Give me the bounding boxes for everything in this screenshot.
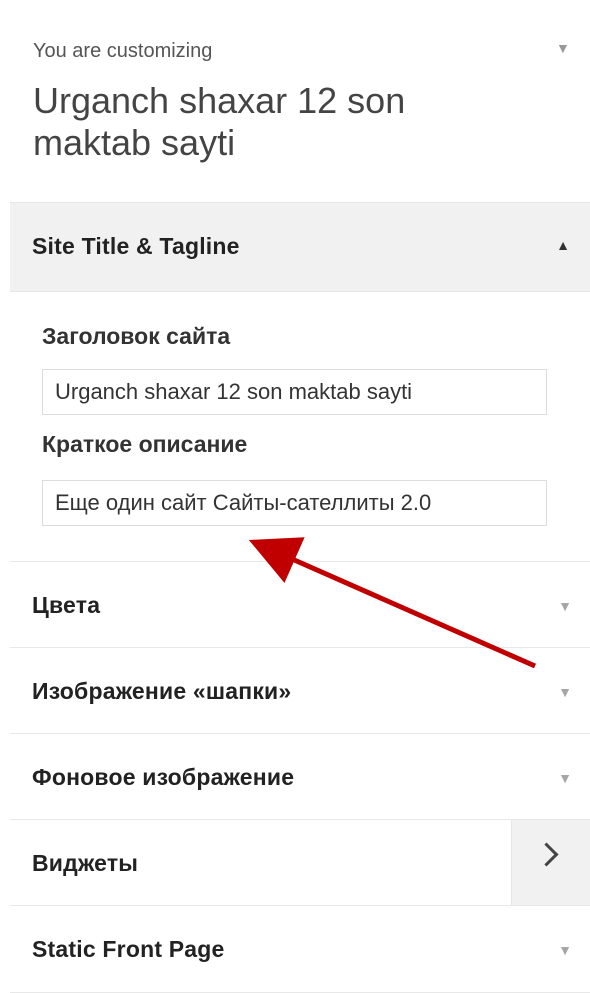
- tagline-label: Краткое описание: [42, 431, 248, 457]
- section-static-front-page[interactable]: Static Front Page ▼: [10, 905, 590, 993]
- tagline-input[interactable]: Еще один сайт Сайты-сателлиты 2.0: [42, 480, 547, 526]
- customizing-preface: You are customizing: [33, 40, 213, 62]
- triangle-down-icon: ▼: [558, 598, 572, 614]
- section-header-image[interactable]: Изображение «шапки» ▼: [10, 647, 590, 734]
- triangle-down-icon: ▼: [558, 942, 572, 958]
- triangle-down-icon[interactable]: ▼: [556, 40, 570, 56]
- triangle-down-icon: ▼: [558, 770, 572, 786]
- site-name: Urganch shaxar 12 son maktab sayti: [33, 80, 406, 163]
- site-title-label: Заголовок сайта: [42, 323, 231, 349]
- section-site-title-tagline[interactable]: Site Title & Tagline ▲: [10, 202, 590, 292]
- section-widgets[interactable]: Виджеты: [10, 819, 590, 906]
- customize-info[interactable]: You are customizing Urganch shaxar 12 so…: [0, 0, 590, 202]
- triangle-down-icon: ▼: [558, 684, 572, 700]
- section-title: Изображение «шапки»: [32, 678, 292, 704]
- site-title-input[interactable]: Urganch shaxar 12 son maktab sayti: [42, 369, 547, 415]
- section-title: Static Front Page: [32, 936, 225, 962]
- section-title: Фоновое изображение: [32, 764, 295, 790]
- section-background-image[interactable]: Фоновое изображение ▼: [10, 733, 590, 820]
- section-title: Виджеты: [32, 850, 139, 876]
- customizer-panel: You are customizing Urganch shaxar 12 so…: [0, 0, 590, 993]
- section-title: Site Title & Tagline: [32, 233, 240, 259]
- chevron-right-icon: [534, 842, 559, 867]
- section-title: Цвета: [32, 592, 101, 618]
- widgets-open-button[interactable]: [511, 820, 590, 906]
- section-colors[interactable]: Цвета ▼: [10, 561, 590, 648]
- triangle-up-icon: ▲: [556, 237, 570, 253]
- section-site-title-body: Заголовок сайта Urganch shaxar 12 son ma…: [10, 291, 590, 561]
